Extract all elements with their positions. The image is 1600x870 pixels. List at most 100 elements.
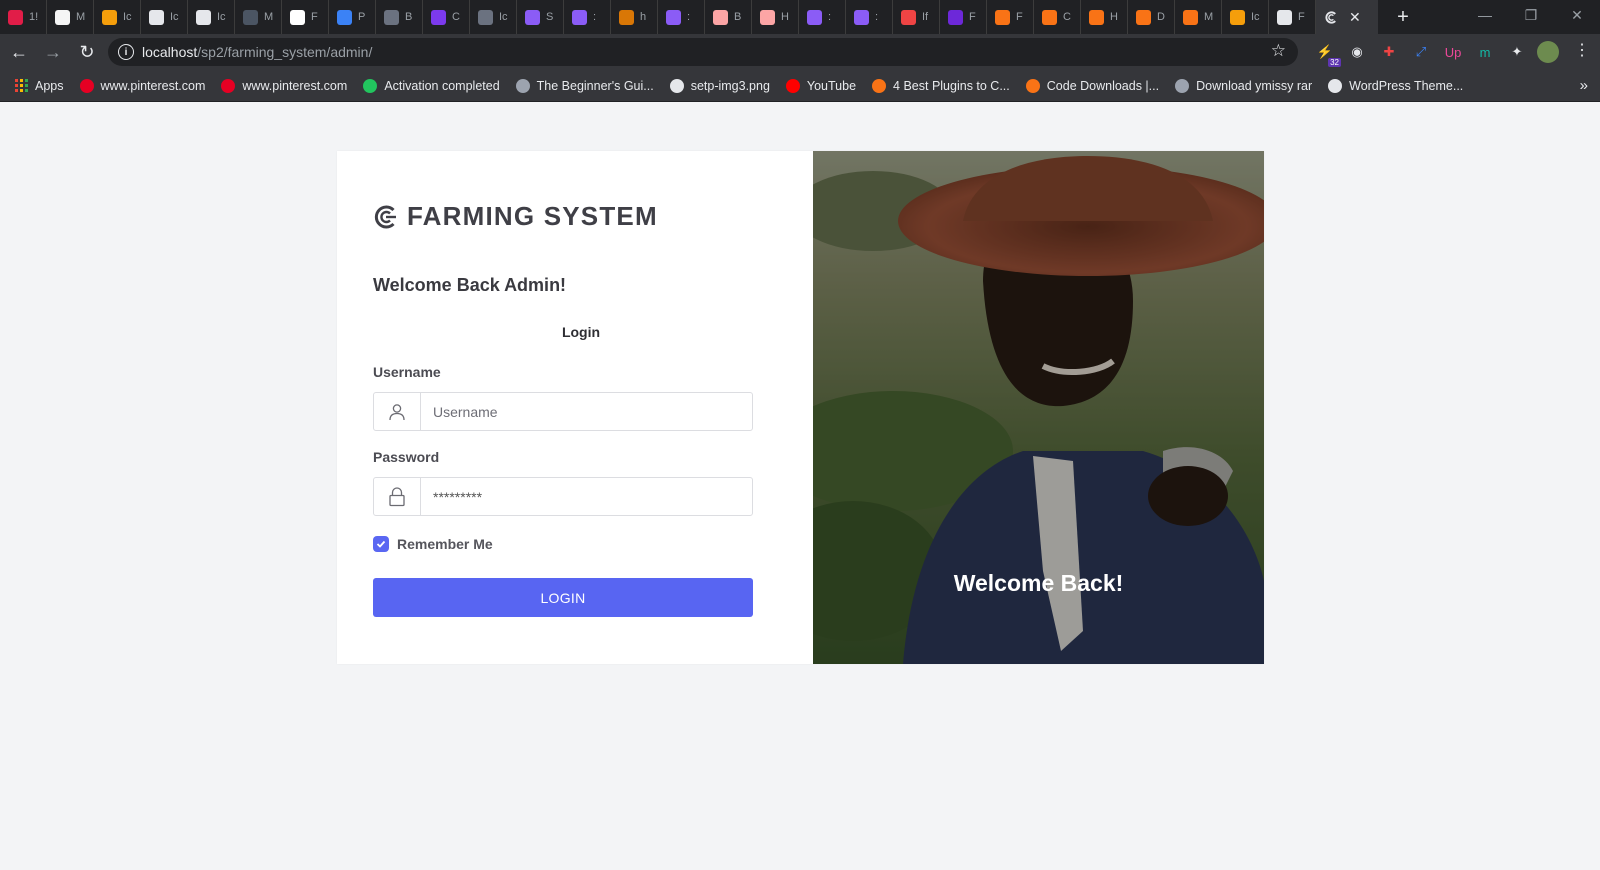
ext-expand-icon[interactable]: ⤢ (1409, 40, 1433, 64)
tab[interactable]: D (1128, 0, 1175, 34)
tab-favicon-icon (431, 9, 446, 25)
ext-plus-icon[interactable]: ✚ (1377, 40, 1401, 64)
tab[interactable]: F (282, 0, 329, 34)
tab[interactable]: : (564, 0, 611, 34)
tab[interactable]: h (611, 0, 658, 34)
bookmark-item[interactable]: WordPress Theme... (1328, 78, 1464, 93)
tab-label: Ic (499, 11, 508, 23)
tab[interactable]: F (940, 0, 987, 34)
tab[interactable]: Ic (188, 0, 235, 34)
tab[interactable]: : (658, 0, 705, 34)
tab[interactable]: M (235, 0, 282, 34)
tab[interactable]: S (517, 0, 564, 34)
password-input[interactable] (421, 478, 752, 515)
tab-favicon-icon (337, 9, 352, 25)
bookmarks-overflow-icon[interactable]: » (1580, 77, 1588, 94)
bookmark-label: WordPress Theme... (1349, 78, 1464, 93)
reload-button[interactable]: ↻ (72, 37, 102, 67)
tab-favicon-icon (384, 9, 399, 25)
tab[interactable]: 1! (0, 0, 47, 34)
bookmark-star-icon[interactable]: ☆ (1271, 41, 1286, 61)
url-path: /sp2/farming_system/admin/ (197, 44, 373, 60)
remember-me[interactable]: Remember Me (373, 536, 493, 552)
username-addon (374, 393, 421, 430)
remember-checkbox[interactable] (373, 536, 389, 552)
bookmark-item[interactable]: Activation completed (363, 78, 500, 93)
ext-puzzle-icon[interactable]: ✦ (1505, 40, 1529, 64)
bookmark-item[interactable]: The Beginner's Gui... (515, 78, 654, 93)
bookmark-item[interactable]: YouTube (785, 78, 857, 93)
tab[interactable]: F (1269, 0, 1316, 34)
tab[interactable]: Ic (470, 0, 517, 34)
ext-m-icon[interactable]: m (1473, 40, 1497, 64)
tab[interactable]: If (893, 0, 940, 34)
tab[interactable]: B (376, 0, 423, 34)
tab[interactable]: Ic (141, 0, 188, 34)
tab-favicon-icon (8, 9, 23, 25)
tab[interactable]: Ic (94, 0, 141, 34)
bookmark-label: YouTube (806, 78, 857, 93)
ext-up-icon[interactable]: Up (1441, 40, 1465, 64)
tab-list: 1! M Ic Ic Ic M F P B C Ic S: h: B H:: If F F C H D M Ic F (0, 0, 1316, 34)
tab[interactable]: B (705, 0, 752, 34)
new-tab-button[interactable]: + (1386, 0, 1420, 34)
address-bar[interactable]: i localhost/sp2/farming_system/admin/ ☆ (108, 38, 1298, 66)
bookmark-label: Download ymissy rar (1196, 78, 1313, 93)
browser-tab-strip: 1! M Ic Ic Ic M F P B C Ic S: h: B H:: If F F C H D M Ic F ✕ + … (0, 0, 1600, 34)
login-button[interactable]: LOGIN (373, 578, 753, 617)
restore-button[interactable]: ❐ (1508, 0, 1554, 30)
tab-favicon-icon (525, 9, 540, 25)
bookmark-item[interactable]: www.pinterest.com (221, 78, 347, 93)
tab-favicon-icon (196, 9, 211, 25)
bookmark-item[interactable]: setp-img3.png (669, 78, 770, 93)
tab-label: If (922, 11, 929, 23)
tab-label: M (76, 11, 86, 23)
profile-avatar[interactable] (1537, 41, 1559, 63)
url-text[interactable]: localhost/sp2/farming_system/admin/ (142, 44, 372, 60)
tab[interactable]: H (1081, 0, 1128, 34)
tab-label: F (311, 11, 318, 23)
tab-favicon-icon (1136, 9, 1151, 25)
hero-caption: Welcome Back! (953, 570, 1124, 596)
remember-label: Remember Me (397, 536, 493, 552)
tab[interactable]: F (987, 0, 1034, 34)
bookmark-favicon-icon (515, 78, 530, 93)
tab-label: Ic (1251, 11, 1260, 23)
tab[interactable]: : (846, 0, 893, 34)
tab[interactable]: P (329, 0, 376, 34)
bookmark-apps[interactable]: Apps (15, 79, 64, 93)
tab-favicon-icon (854, 9, 869, 25)
tab[interactable]: C (1034, 0, 1081, 34)
tab-label: H (781, 11, 789, 23)
tab[interactable]: H (752, 0, 799, 34)
bookmark-item[interactable]: 4 Best Plugins to C... (872, 78, 1010, 93)
bookmark-item[interactable]: Download ymissy rar (1175, 78, 1313, 93)
tab-label: H (1110, 11, 1118, 23)
url-host: localhost (142, 44, 198, 60)
forward-button[interactable]: → (38, 37, 68, 67)
tab-favicon-icon (713, 9, 728, 25)
username-input[interactable] (421, 393, 752, 430)
tab-close-icon[interactable]: ✕ (1349, 9, 1361, 26)
close-window-button[interactable]: ✕ (1554, 0, 1600, 30)
ext-camera-icon[interactable]: ◉ (1345, 40, 1369, 64)
tab-active[interactable]: ✕ (1316, 0, 1378, 34)
tab[interactable]: Ic (1222, 0, 1269, 34)
tab[interactable]: M (1175, 0, 1222, 34)
browser-menu-icon[interactable]: ⋮ (1574, 40, 1590, 60)
ext-lightning-icon[interactable]: ⚡ 32 (1313, 40, 1341, 67)
bookmark-item[interactable]: www.pinterest.com (79, 78, 205, 93)
tab-label: 1! (29, 11, 39, 23)
tab[interactable]: M (47, 0, 94, 34)
extension-glyph: Up (1444, 44, 1462, 60)
site-info-icon[interactable]: i (118, 44, 134, 60)
tab[interactable]: : (799, 0, 846, 34)
tab[interactable]: C (423, 0, 470, 34)
minimize-button[interactable]: — (1462, 0, 1508, 30)
bookmark-item[interactable]: Code Downloads |... (1025, 78, 1159, 93)
bookmark-favicon-icon (221, 78, 236, 93)
back-button[interactable]: ← (4, 37, 34, 67)
tab-label: M (264, 11, 274, 23)
tab-label: Ic (217, 11, 226, 23)
bookmark-favicon-icon (1175, 78, 1190, 93)
